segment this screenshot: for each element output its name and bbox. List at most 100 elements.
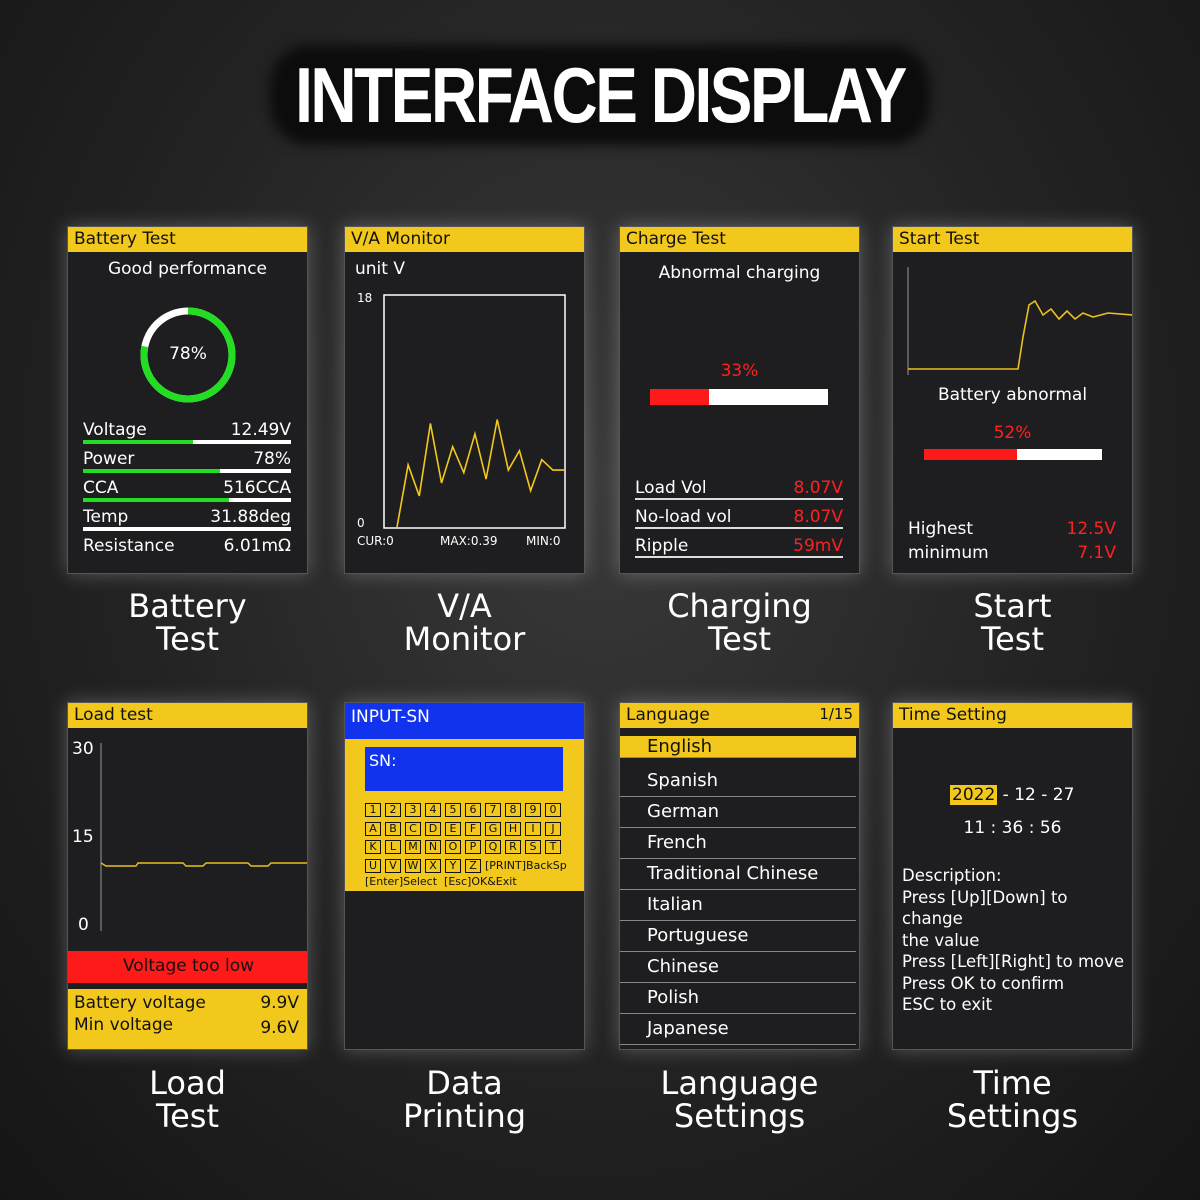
caption-battery-test: Battery Test bbox=[128, 587, 247, 658]
sn-input[interactable]: SN: bbox=[365, 747, 563, 791]
row-label: Voltage bbox=[83, 420, 147, 440]
screen-header: Load test bbox=[68, 703, 307, 728]
key-button[interactable]: Q bbox=[485, 840, 501, 854]
key-button[interactable]: D bbox=[425, 821, 441, 836]
start-series-line bbox=[908, 299, 1132, 370]
caption-load-test: Load Test bbox=[149, 1064, 226, 1135]
key-button[interactable]: Z bbox=[465, 858, 481, 873]
key-button[interactable]: 4 bbox=[425, 803, 441, 817]
battery-row: Voltage 12.49V bbox=[83, 420, 291, 444]
screen-header: Time Setting bbox=[893, 703, 1132, 728]
row-label: Power bbox=[83, 449, 135, 469]
key-button[interactable]: 8 bbox=[505, 803, 521, 817]
key-button[interactable]: 0 bbox=[545, 803, 561, 817]
language-option[interactable]: Polish bbox=[620, 984, 856, 1014]
charge-progress-bar bbox=[650, 389, 828, 405]
screen-header: V/A Monitor bbox=[345, 227, 584, 252]
key-button[interactable]: 6 bbox=[465, 803, 481, 817]
row-value: 59mV bbox=[793, 536, 843, 556]
language-option[interactable]: Chinese bbox=[620, 953, 856, 983]
key-button[interactable]: I bbox=[525, 821, 541, 836]
row-label: Min voltage bbox=[74, 1015, 174, 1035]
y-tick: 30 bbox=[72, 739, 94, 759]
battery-row: Power 78% bbox=[83, 449, 291, 473]
description-line: ESC to exit bbox=[902, 995, 993, 1014]
key-button[interactable]: 7 bbox=[485, 803, 501, 817]
start-percent: 52% bbox=[993, 423, 1032, 443]
language-option[interactable]: French bbox=[620, 829, 856, 859]
key-button[interactable]: E bbox=[445, 821, 461, 836]
row-value: 12.5V bbox=[1066, 519, 1116, 539]
language-option[interactable]: Spanish bbox=[620, 767, 856, 797]
key-button[interactable]: L bbox=[385, 840, 401, 854]
key-button[interactable]: 1 bbox=[365, 803, 381, 817]
battery-row: Temp 31.88deg bbox=[83, 507, 291, 531]
key-button[interactable]: 3 bbox=[405, 803, 421, 817]
key-button[interactable]: K bbox=[365, 840, 381, 854]
language-option[interactable]: English bbox=[620, 736, 856, 758]
key-button[interactable]: F bbox=[465, 821, 481, 836]
key-button[interactable]: 2 bbox=[385, 803, 401, 817]
description-line: Press [Up][Down] to change bbox=[902, 887, 1068, 929]
row-label: Resistance bbox=[83, 536, 175, 556]
description-line: Description: bbox=[902, 866, 1002, 885]
row-label: minimum bbox=[908, 543, 989, 563]
key-button[interactable]: M bbox=[405, 840, 421, 854]
charge-percent: 33% bbox=[720, 361, 759, 381]
key-button[interactable]: Y bbox=[445, 858, 461, 873]
key-button[interactable]: P bbox=[465, 840, 481, 854]
screen-header: INPUT-SN bbox=[345, 703, 584, 739]
language-option[interactable]: Japanese bbox=[620, 1015, 856, 1045]
key-button[interactable]: B bbox=[385, 821, 401, 836]
row-value: 12.49V bbox=[230, 420, 291, 440]
battery-test-screen: Battery Test Good performance 78% Voltag… bbox=[67, 226, 308, 574]
key-button[interactable]: C bbox=[405, 821, 421, 836]
key-button[interactable]: G bbox=[485, 821, 501, 836]
language-option[interactable]: Traditional Chinese bbox=[620, 860, 856, 890]
key-button[interactable]: J bbox=[545, 821, 561, 836]
va-monitor-screen: V/A Monitor unit V 18 0 CUR:0 MAX:0.39 M… bbox=[344, 226, 585, 574]
key-button[interactable]: U bbox=[365, 858, 381, 873]
print-backspace-label[interactable]: [PRINT]BackSp bbox=[485, 859, 567, 872]
language-option[interactable]: Italian bbox=[620, 891, 856, 921]
row-label: Load Vol bbox=[635, 478, 707, 498]
battery-row: Resistance 6.01mΩ bbox=[83, 536, 291, 556]
key-button[interactable]: 5 bbox=[445, 803, 461, 817]
keyboard-row: U V W X Y Z [PRINT]BackSp bbox=[365, 854, 584, 873]
key-button[interactable]: 9 bbox=[525, 803, 541, 817]
key-button[interactable]: X bbox=[425, 858, 441, 873]
time-value[interactable]: 11 : 36 : 56 bbox=[893, 818, 1132, 838]
load-chart bbox=[100, 743, 307, 931]
language-option[interactable]: German bbox=[620, 798, 856, 828]
start-test-screen: Start Test Battery abnormal 52% Highest 1… bbox=[892, 226, 1133, 574]
key-button[interactable]: O bbox=[445, 840, 461, 854]
print-help: [Enter]Select [Esc]OK&Exit bbox=[365, 875, 517, 888]
key-button[interactable]: H bbox=[505, 821, 521, 836]
load-alert: Voltage too low bbox=[68, 951, 307, 983]
battery-percent: 78% bbox=[169, 344, 207, 364]
row-label: Temp bbox=[83, 507, 129, 527]
language-option[interactable]: Portuguese bbox=[620, 922, 856, 952]
data-row: Ripple 59mV bbox=[635, 536, 843, 558]
key-button[interactable]: R bbox=[505, 840, 521, 854]
key-button[interactable]: A bbox=[365, 821, 381, 836]
description-line: the value bbox=[902, 930, 980, 950]
key-button[interactable]: V bbox=[385, 858, 401, 873]
language-settings-screen: Language 1/15 English Spanish German French T… bbox=[619, 702, 860, 1050]
keyboard-row: ABCDEFGHIJ bbox=[365, 817, 584, 836]
caption-data-printing: Data Printing bbox=[402, 1064, 527, 1135]
year-field[interactable]: 2022 bbox=[950, 785, 998, 805]
start-progress-bar bbox=[924, 449, 1102, 460]
key-button[interactable]: S bbox=[525, 840, 541, 854]
y-tick: 15 bbox=[72, 827, 94, 847]
description-line: Press OK to confirm bbox=[902, 973, 1065, 993]
key-button[interactable]: W bbox=[405, 858, 421, 873]
screen-header: Language 1/15 bbox=[620, 703, 859, 728]
key-button[interactable]: N bbox=[425, 840, 441, 854]
row-level-bar bbox=[83, 440, 291, 444]
row-value: 31.88deg bbox=[210, 507, 291, 527]
key-button[interactable]: T bbox=[545, 840, 561, 854]
row-value: 9.9V bbox=[260, 993, 299, 1013]
data-row: Highest 12.5V bbox=[908, 519, 1116, 539]
va-chart bbox=[383, 294, 566, 529]
